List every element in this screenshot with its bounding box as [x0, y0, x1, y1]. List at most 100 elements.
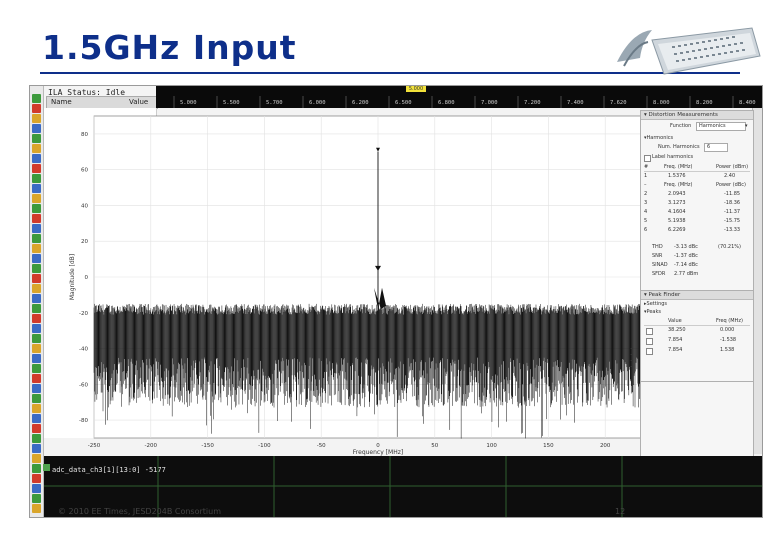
- name-column-header[interactable]: Name: [51, 97, 72, 108]
- toolbar-button-icon[interactable]: [32, 464, 41, 473]
- toolbar-button-icon[interactable]: [32, 404, 41, 413]
- chevron-down-icon[interactable]: ▾: [745, 123, 748, 130]
- toolbar-button-icon[interactable]: [32, 334, 41, 343]
- num-harmonics-input[interactable]: 6: [704, 143, 728, 152]
- toolbar-button-icon[interactable]: [32, 364, 41, 373]
- ruler-tick-label: 8.000: [653, 100, 670, 106]
- toolbar-button-icon[interactable]: [32, 254, 41, 263]
- ruler-tick-label: 7.000: [481, 100, 498, 106]
- function-label: Function: [670, 123, 692, 129]
- peak-row[interactable]: 7.854 1.538: [644, 347, 750, 355]
- ruler-tick-label: 6.000: [309, 100, 326, 106]
- ruler-tick-label: 8.400: [739, 100, 756, 106]
- harmonic-row: 4 4.1604 -11.37: [644, 209, 741, 215]
- label-harmonics-label: Label harmonics: [652, 154, 694, 160]
- toolbar-button-icon[interactable]: [32, 504, 41, 513]
- y-tick-label: 80: [81, 132, 88, 138]
- toolbar-button-icon[interactable]: [32, 414, 41, 423]
- ruler-tick-label: 5.500: [223, 100, 240, 106]
- toolbar-button-icon[interactable]: [32, 374, 41, 383]
- metric-row: SFDR 2.77 dBm: [652, 271, 699, 277]
- y-tick-label: 0: [85, 275, 89, 281]
- toolbar-button-icon[interactable]: [32, 134, 41, 143]
- ruler-tick-label: 6.800: [438, 100, 455, 106]
- toolbar-button-icon[interactable]: [32, 384, 41, 393]
- peak-col-freq: Freq (MHz): [716, 318, 743, 324]
- peak-row[interactable]: 7.854 -1.538: [644, 337, 750, 345]
- toolbar-button-icon[interactable]: [32, 264, 41, 273]
- y-tick-label: -40: [79, 347, 88, 353]
- page-number: 12: [615, 507, 626, 516]
- toolbar-button-icon[interactable]: [32, 454, 41, 463]
- function-select[interactable]: Harmonics: [696, 122, 746, 131]
- label-harmonics-checkbox[interactable]: [644, 155, 651, 162]
- toolbar-button-icon[interactable]: [32, 424, 41, 433]
- peaks-section[interactable]: ▾ Peaks: [644, 309, 750, 316]
- toolbar-button-icon[interactable]: [32, 94, 41, 103]
- toolbar-button-icon[interactable]: [32, 294, 41, 303]
- slide-title: 1.5GHz Input: [42, 28, 297, 67]
- peak-finder-header[interactable]: ▾ Peak Finder: [641, 291, 753, 300]
- toolbar-button-icon[interactable]: [32, 164, 41, 173]
- harmonic-row: 6 6.2269 -13.33: [644, 227, 741, 233]
- toolbar-button-icon[interactable]: [32, 224, 41, 233]
- harmonics-section[interactable]: ▾ Harmonics: [644, 135, 750, 142]
- toolbar-button-icon[interactable]: [32, 484, 41, 493]
- toolbar-button-icon[interactable]: [32, 284, 41, 293]
- ruler-tick-label: 8.200: [696, 100, 713, 106]
- distortion-header[interactable]: ▾ Distortion Measurements: [641, 111, 753, 120]
- panel-splitter-dots[interactable]: ⋅ ⋅ ⋅ ⋅: [630, 346, 632, 371]
- toolbar-button-icon[interactable]: [32, 174, 41, 183]
- toolbar-button-icon[interactable]: [32, 314, 41, 323]
- toolbar-button-icon[interactable]: [32, 154, 41, 163]
- toolbar-button-icon[interactable]: [32, 324, 41, 333]
- x-tick-label: -50: [317, 443, 326, 449]
- ruler-tick-label: 5.700: [266, 100, 283, 106]
- harmonic-row: 2 2.0943 -11.85: [644, 191, 741, 197]
- toolbar-button-icon[interactable]: [32, 494, 41, 503]
- x-tick-label: 200: [600, 443, 611, 449]
- toolbar-button-icon[interactable]: [32, 394, 41, 403]
- toolbar-button-icon[interactable]: [32, 444, 41, 453]
- time-ruler-ticks: 5.000 5.500 5.700 6.000 6.200 6.500 6.800 7.000…: [173, 96, 756, 108]
- peak-row-checkbox[interactable]: [646, 328, 653, 335]
- metric-row: THD -3.13 dBc (70.21%): [652, 244, 741, 250]
- toolbar-button-icon[interactable]: [32, 474, 41, 483]
- toolbar-button-icon[interactable]: [32, 214, 41, 223]
- peak-row-checkbox[interactable]: [646, 348, 653, 355]
- toolbar-button-icon[interactable]: [32, 274, 41, 283]
- toolbar-button-icon[interactable]: [32, 234, 41, 243]
- y-tick-label: -60: [79, 382, 88, 388]
- toolbar-button-icon[interactable]: [32, 244, 41, 253]
- harmonic-row: 5 5.1938 -15.75: [644, 218, 741, 224]
- toolbar-button-icon[interactable]: [32, 344, 41, 353]
- toolbar-button-icon[interactable]: [32, 184, 41, 193]
- ruler-tick-label: 5.000: [180, 100, 197, 106]
- ruler-tick-label: 6.500: [395, 100, 412, 106]
- vertical-toolbar: [30, 86, 44, 517]
- toolbar-button-icon[interactable]: [32, 144, 41, 153]
- settings-section[interactable]: ▸ Settings: [644, 301, 750, 308]
- toolbar-button-icon[interactable]: [32, 204, 41, 213]
- toolbar-button-icon[interactable]: [32, 194, 41, 203]
- col-freq: Freq. (MHz): [664, 164, 693, 170]
- toolbar-button-icon[interactable]: [32, 304, 41, 313]
- y-tick-label: -20: [79, 311, 88, 317]
- ila-screenshot: ILA Status: Idle Name Value 5.000 5.000 5…: [29, 85, 763, 518]
- toolbar-button-icon[interactable]: [32, 114, 41, 123]
- peak-row[interactable]: 38.250 0.000: [644, 327, 750, 335]
- value-column-header[interactable]: Value: [129, 97, 148, 108]
- harmonic-row: 1 1.5376 2.40: [644, 173, 736, 179]
- toolbar-button-icon[interactable]: [32, 124, 41, 133]
- toolbar-button-icon[interactable]: [32, 434, 41, 443]
- ruler-tick-label: 7.200: [524, 100, 541, 106]
- y-tick-label: 60: [81, 168, 88, 174]
- x-tick-label: -200: [145, 443, 158, 449]
- toolbar-button-icon[interactable]: [32, 354, 41, 363]
- time-ruler: 5.000 5.000 5.500 5.700 6.000 6.200 6.500 6.80…: [156, 86, 762, 108]
- toolbar-button-icon[interactable]: [32, 104, 41, 113]
- metric-row: SNR -1.37 dBc: [652, 253, 698, 259]
- ruler-tick-label: 6.200: [352, 100, 369, 106]
- peak-row-checkbox[interactable]: [646, 338, 653, 345]
- spectrum-plot[interactable]: -250-200-150-100-50050100150200250806040…: [66, 108, 692, 456]
